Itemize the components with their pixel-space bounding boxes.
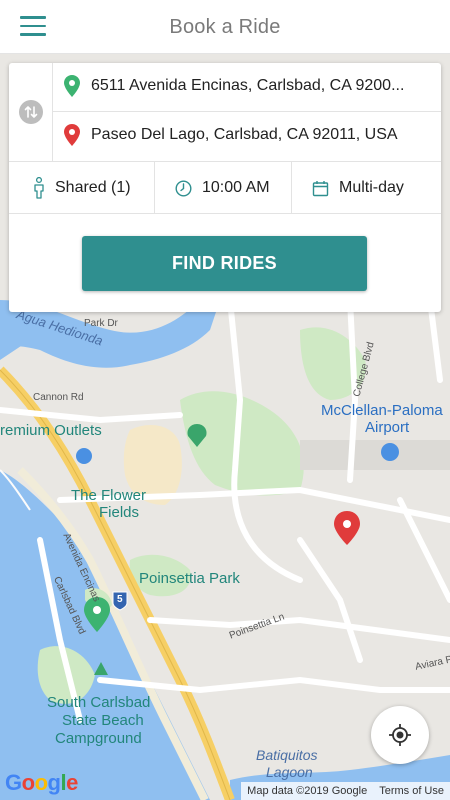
dropoff-location-field[interactable]: Paseo Del Lago, Carlsbad, CA 92011, USA xyxy=(53,112,441,161)
calendar-icon xyxy=(312,180,329,197)
map-label-premium-outlets: remium Outlets xyxy=(0,422,102,439)
map-data-credit[interactable]: Map data ©2019 Google xyxy=(247,785,367,797)
find-rides-button[interactable]: FIND RIDES xyxy=(82,236,367,291)
map-label-cannon-rd: Cannon Rd xyxy=(33,392,84,403)
map-label-south-carlsbad-1: South Carlsbad xyxy=(47,694,151,711)
time-selector[interactable]: 10:00 AM xyxy=(155,162,292,214)
map-label-airport: Airport xyxy=(365,419,410,436)
ride-options-row: Shared (1) 10:00 AM Multi-day xyxy=(9,161,441,214)
swap-locations-icon[interactable] xyxy=(19,100,43,124)
map-label-south-carlsbad-2: State Beach xyxy=(62,712,144,729)
app-header: Book a Ride xyxy=(0,0,450,54)
terms-of-use-link[interactable]: Terms of Use xyxy=(379,785,444,797)
pickup-pin-icon xyxy=(64,75,80,97)
map-label-batiquitos-1: Batiquitos xyxy=(256,747,318,763)
map-label-interstate-5: 5 xyxy=(117,594,123,605)
clock-icon xyxy=(175,179,192,197)
my-location-icon[interactable] xyxy=(371,706,429,764)
person-icon xyxy=(33,177,45,199)
schedule-label: Multi-day xyxy=(339,179,404,196)
map-label-flower-fields-2: Fields xyxy=(99,504,140,521)
map-label-mcclellan: McClellan-Paloma xyxy=(321,402,443,419)
google-logo: Google xyxy=(5,770,78,795)
app-root: Book a Ride Agua Hedionda Park Dr Cannon… xyxy=(0,0,450,800)
ride-type-selector[interactable]: Shared (1) xyxy=(9,162,155,214)
map-label-park-dr: Park Dr xyxy=(84,318,118,329)
map-attribution: Map data ©2019 Google Terms of Use xyxy=(241,782,450,800)
ride-type-label: Shared (1) xyxy=(55,179,131,196)
schedule-selector[interactable]: Multi-day xyxy=(292,162,441,214)
booking-card: 6511 Avenida Encinas, Carlsbad, CA 9200.… xyxy=(9,63,441,312)
map-label-batiquitos-2: Lagoon xyxy=(266,764,313,780)
swap-column xyxy=(9,63,53,161)
map-label-south-carlsbad-3: Campground xyxy=(55,730,142,747)
pickup-location-field[interactable]: 6511 Avenida Encinas, Carlsbad, CA 9200.… xyxy=(53,63,441,112)
page-title: Book a Ride xyxy=(169,16,281,38)
dropoff-address: Paseo Del Lago, Carlsbad, CA 92011, USA xyxy=(91,126,398,143)
dropoff-pin-icon xyxy=(64,124,80,146)
pickup-address: 6511 Avenida Encinas, Carlsbad, CA 9200.… xyxy=(91,77,405,94)
map-label-flower-fields-1: The Flower xyxy=(71,487,147,504)
time-label: 10:00 AM xyxy=(202,179,270,196)
map-label-poinsettia-park: Poinsettia Park xyxy=(139,570,240,587)
